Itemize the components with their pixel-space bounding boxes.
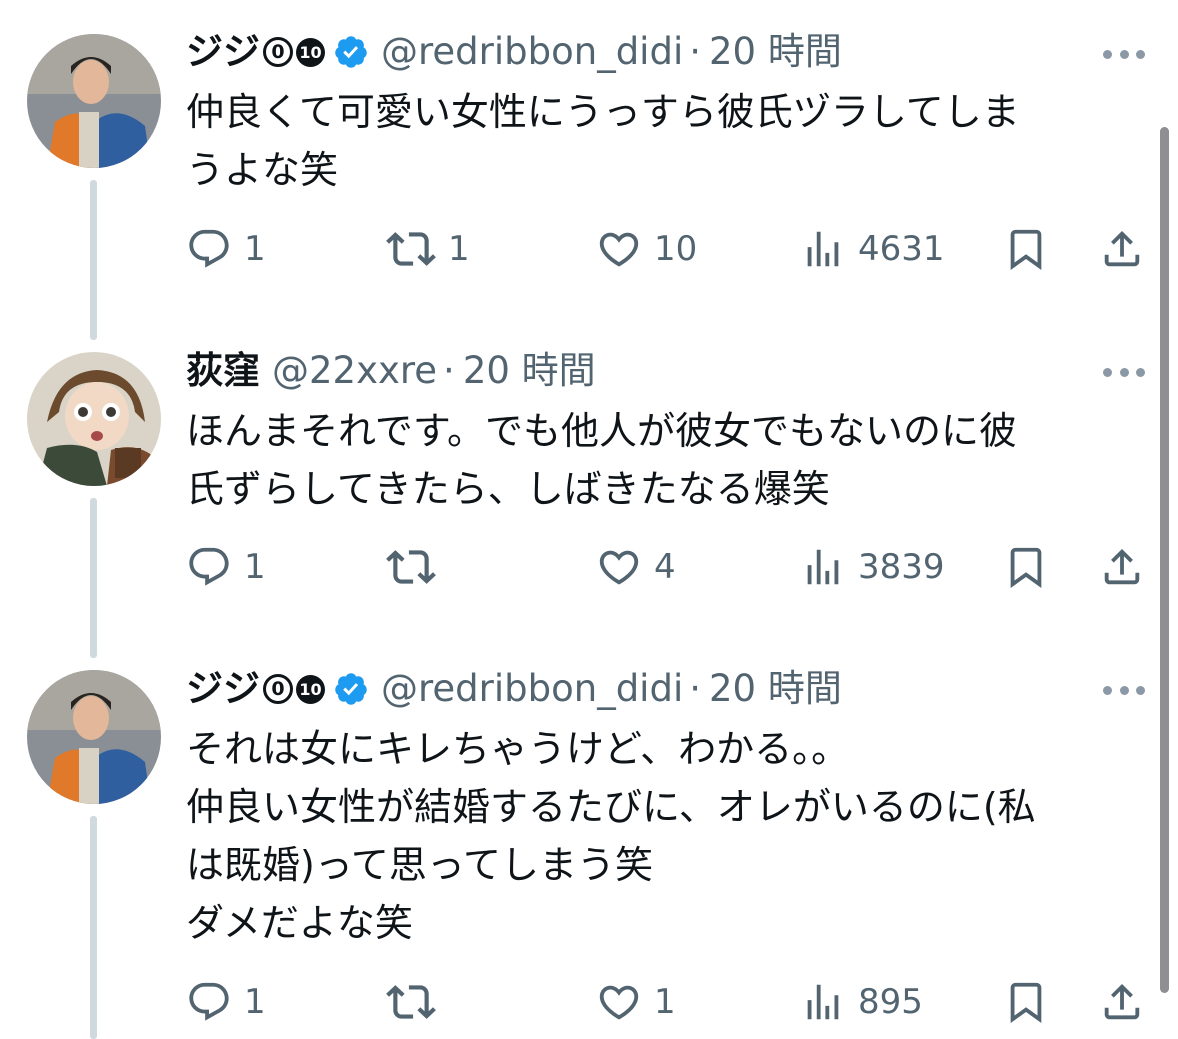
emoji-ten-badge: 10	[296, 37, 325, 67]
like-button[interactable]: 1	[596, 977, 676, 1027]
like-icon	[599, 232, 639, 267]
share-button[interactable]	[1099, 542, 1145, 592]
display-name[interactable]: 荻窪	[186, 346, 260, 396]
retweet-button[interactable]: 1	[386, 224, 470, 274]
action-bar: 1 1 895	[0, 977, 1178, 1027]
timestamp[interactable]: 20 時間	[463, 346, 596, 396]
emoji-ten-badge: 10	[296, 674, 325, 704]
bookmark-button[interactable]	[1003, 224, 1049, 274]
share-icon	[1104, 983, 1140, 1020]
retweet-icon	[386, 985, 436, 1019]
retweet-icon	[386, 550, 436, 584]
retweet-icon	[386, 232, 436, 266]
like-count: 10	[654, 229, 698, 269]
reply-icon	[189, 229, 229, 268]
tweet-text-line: ほんまそれです。でも他人が彼女でもないのに彼	[186, 409, 1018, 453]
tweet-text: 仲良くて可愛い女性にうっすら彼氏ヅラしてしま うよな笑	[186, 83, 1126, 199]
tweet-header: ジジ 0 10 @redribbon_didi · 20 時間	[186, 27, 842, 77]
tweet-text-line: 仲良くて可愛い女性にうっすら彼氏ヅラしてしま	[186, 90, 1020, 134]
reply-icon	[189, 547, 229, 586]
avatar[interactable]	[27, 352, 161, 486]
action-bar: 1 4 3839	[0, 542, 1178, 592]
tweet-header: 荻窪 @22xxre · 20 時間	[186, 346, 596, 396]
tweet-text-line: うよな笑	[186, 148, 339, 192]
views-button[interactable]: 4631	[800, 224, 945, 274]
views-icon	[807, 984, 839, 1020]
user-handle[interactable]: @22xxre	[272, 346, 437, 396]
reply-button[interactable]: 1	[186, 542, 266, 592]
verified-icon	[335, 673, 367, 705]
separator-dot: ·	[689, 30, 701, 73]
action-bar: 1 1 10 4631	[0, 224, 1178, 274]
bookmark-icon	[1010, 229, 1042, 270]
share-icon	[1104, 230, 1140, 267]
like-icon	[599, 985, 639, 1020]
tweet-text-line: それは女にキレちゃうけど、わかる。。	[186, 727, 850, 771]
views-button[interactable]: 3839	[800, 542, 945, 592]
reply-button[interactable]: 1	[186, 977, 266, 1027]
bookmark-button[interactable]	[1003, 977, 1049, 1027]
user-handle[interactable]: @redribbon_didi	[381, 27, 683, 77]
like-button[interactable]: 4	[596, 542, 676, 592]
share-button[interactable]	[1099, 977, 1145, 1027]
emoji-zero-badge: 0	[263, 37, 293, 67]
bookmark-icon	[1010, 547, 1042, 588]
timestamp[interactable]: 20 時間	[709, 27, 842, 77]
avatar[interactable]	[27, 34, 161, 168]
verified-icon	[335, 36, 367, 68]
scrollbar[interactable]	[1160, 127, 1169, 993]
like-count: 1	[654, 982, 676, 1022]
reply-count: 1	[244, 229, 266, 269]
share-icon	[1104, 548, 1140, 585]
tweet-text: それは女にキレちゃうけど、わかる。。 仲良い女性が結婚するたびに、オレがいるのに…	[186, 720, 1126, 952]
reply-count: 1	[244, 982, 266, 1022]
share-button[interactable]	[1099, 224, 1145, 274]
reply-button[interactable]: 1	[186, 224, 266, 274]
separator-dot: ·	[689, 667, 701, 710]
tweet-text-line: は既婚)って思ってしまう笑	[186, 843, 654, 887]
separator-dot: ·	[443, 349, 455, 392]
more-icon[interactable]	[1103, 48, 1145, 60]
bookmark-icon	[1010, 982, 1042, 1023]
more-icon[interactable]	[1103, 366, 1145, 378]
tweet-header: ジジ 0 10 @redribbon_didi · 20 時間	[186, 664, 842, 714]
views-count: 4631	[858, 229, 945, 269]
retweet-button[interactable]	[386, 977, 448, 1027]
bookmark-button[interactable]	[1003, 542, 1049, 592]
emoji-zero-badge: 0	[263, 674, 293, 704]
retweet-button[interactable]	[386, 542, 448, 592]
tweet-text-line: 仲良い女性が結婚するたびに、オレがいるのに(私	[186, 785, 1036, 829]
avatar[interactable]	[27, 670, 161, 804]
display-name[interactable]: ジジ	[186, 27, 260, 77]
retweet-count: 1	[448, 229, 470, 269]
user-handle[interactable]: @redribbon_didi	[381, 664, 683, 714]
like-count: 4	[654, 547, 676, 587]
reply-count: 1	[244, 547, 266, 587]
like-button[interactable]: 10	[596, 224, 697, 274]
display-name[interactable]: ジジ	[186, 664, 260, 714]
tweet-text-line: ダメだよな笑	[186, 901, 413, 945]
timestamp[interactable]: 20 時間	[709, 664, 842, 714]
tweet-text: ほんまそれです。でも他人が彼女でもないのに彼 氏ずらしてきたら、しばきたなる爆笑	[186, 402, 1126, 518]
more-icon[interactable]	[1103, 684, 1145, 696]
like-icon	[599, 550, 639, 585]
reply-icon	[189, 982, 229, 1021]
views-count: 3839	[858, 547, 945, 587]
views-count: 895	[858, 982, 923, 1022]
views-button[interactable]: 895	[800, 977, 923, 1027]
views-icon	[807, 549, 839, 585]
tweet-text-line: 氏ずらしてきたら、しばきたなる爆笑	[186, 467, 830, 511]
views-icon	[807, 231, 839, 267]
